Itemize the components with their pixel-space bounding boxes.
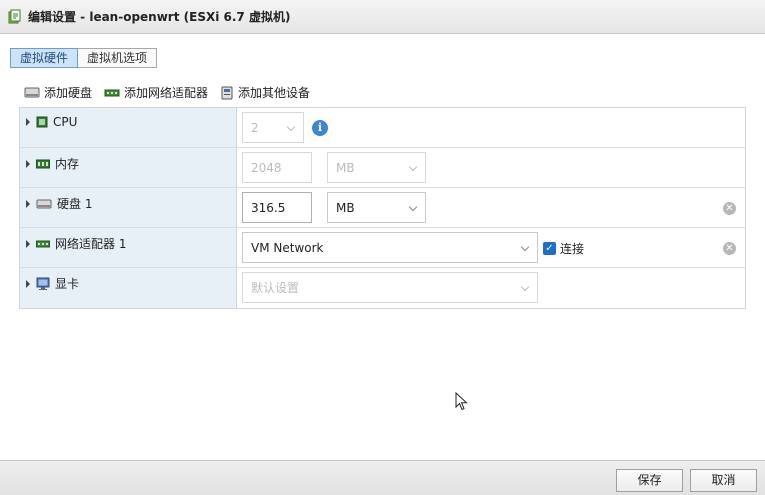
expand-network[interactable]: 网络适配器 1 — [26, 235, 126, 252]
network-card-icon — [36, 240, 50, 247]
chevron-down-icon — [520, 282, 530, 292]
connect-checkbox[interactable]: ✓ 连接 — [543, 240, 584, 257]
hard-disk-icon — [24, 87, 40, 97]
add-other-device-button[interactable]: 添加其他设备 — [220, 84, 310, 101]
mouse-cursor-icon — [455, 392, 468, 411]
cpu-count-select[interactable]: 2 — [242, 112, 304, 143]
row-label-cell: 硬盘 1 — [20, 188, 237, 227]
hardware-row-display: 显卡 默认设置 — [20, 268, 745, 308]
disk-unit-value: MB — [336, 200, 355, 215]
disk-label: 硬盘 1 — [57, 197, 93, 211]
expand-memory[interactable]: 内存 — [26, 155, 79, 172]
vm-edit-icon — [8, 9, 21, 23]
expand-arrow-icon — [26, 279, 30, 288]
disk-unit-select[interactable]: MB — [327, 192, 426, 223]
remove-disk-icon[interactable]: ✕ — [723, 202, 736, 215]
tab-virtual-hardware[interactable]: 虚拟硬件 — [10, 48, 79, 68]
expand-arrow-icon — [26, 239, 30, 248]
connect-label: 连接 — [560, 242, 585, 256]
save-button[interactable]: 保存 — [616, 469, 683, 492]
hardware-row-memory: 内存 2048 MB — [20, 148, 745, 188]
memory-unit-value: MB — [336, 160, 355, 175]
chevron-down-icon — [408, 202, 418, 212]
hardware-row-disk: 硬盘 1 316.5 MB ✕ — [20, 188, 745, 228]
cpu-icon — [36, 116, 48, 128]
display-select[interactable]: 默认设置 — [242, 272, 538, 303]
hard-disk-icon — [36, 199, 52, 208]
expand-cpu[interactable]: CPU — [26, 115, 77, 129]
row-label-cell: 网络适配器 1 — [20, 228, 237, 267]
add-disk-label: 添加硬盘 — [44, 86, 93, 100]
expand-display[interactable]: 显卡 — [26, 275, 79, 292]
hardware-row-network: 网络适配器 1 VM Network ✓ 连接 ✕ — [20, 228, 745, 268]
expand-arrow-icon — [26, 159, 30, 168]
memory-label: 内存 — [55, 157, 80, 171]
cpu-count-value: 2 — [251, 120, 259, 135]
monitor-icon — [36, 277, 50, 290]
memory-size-input[interactable]: 2048 — [242, 152, 312, 183]
hardware-table: CPU 2 i 内存 2048 MB 硬盘 1 316.5 MB ✕ 网络适配器… — [19, 107, 746, 309]
disk-size-input[interactable]: 316.5 — [242, 192, 312, 223]
add-network-adapter-label: 添加网络适配器 — [124, 86, 209, 100]
disk-size-value: 316.5 — [251, 200, 286, 215]
chevron-down-icon — [520, 242, 530, 252]
expand-disk[interactable]: 硬盘 1 — [26, 195, 92, 212]
edit-settings-dialog: 编辑设置 - lean-openwrt (ESXi 6.7 虚拟机) 虚拟硬件 … — [0, 0, 765, 495]
network-card-icon — [104, 89, 120, 96]
chevron-down-icon — [408, 162, 418, 172]
checkbox-checked-icon: ✓ — [543, 242, 556, 255]
row-label-cell: CPU — [20, 108, 237, 147]
memory-size-value: 2048 — [251, 160, 282, 175]
window-title: 编辑设置 - lean-openwrt (ESXi 6.7 虚拟机) — [28, 10, 291, 24]
memory-unit-select[interactable]: MB — [327, 152, 426, 183]
network-value: VM Network — [251, 240, 324, 255]
expand-arrow-icon — [26, 199, 30, 208]
remove-network-icon[interactable]: ✕ — [723, 242, 736, 255]
info-icon[interactable]: i — [312, 120, 328, 136]
expand-arrow-icon — [26, 118, 30, 126]
row-label-cell: 显卡 — [20, 268, 237, 308]
memory-icon — [36, 159, 50, 168]
hardware-row-cpu: CPU 2 i — [20, 108, 745, 148]
cpu-label: CPU — [53, 115, 78, 129]
dialog-footer: 保存 取消 — [0, 460, 765, 495]
network-label: 网络适配器 1 — [55, 237, 127, 251]
display-label: 显卡 — [55, 277, 80, 291]
title-bar: 编辑设置 - lean-openwrt (ESXi 6.7 虚拟机) — [0, 0, 765, 34]
chevron-down-icon — [286, 122, 296, 132]
display-value: 默认设置 — [251, 281, 300, 295]
toolbar: 添加硬盘 添加网络适配器 添加其他设备 — [24, 84, 322, 101]
add-disk-button[interactable]: 添加硬盘 — [24, 84, 92, 101]
cancel-button[interactable]: 取消 — [690, 469, 757, 492]
row-label-cell: 内存 — [20, 148, 237, 187]
tab-bar: 虚拟硬件 虚拟机选项 — [10, 48, 158, 68]
tab-vm-options[interactable]: 虚拟机选项 — [78, 48, 158, 68]
add-other-device-label: 添加其他设备 — [238, 86, 311, 100]
device-icon — [221, 86, 233, 99]
add-network-adapter-button[interactable]: 添加网络适配器 — [104, 84, 208, 101]
network-select[interactable]: VM Network — [242, 232, 538, 263]
